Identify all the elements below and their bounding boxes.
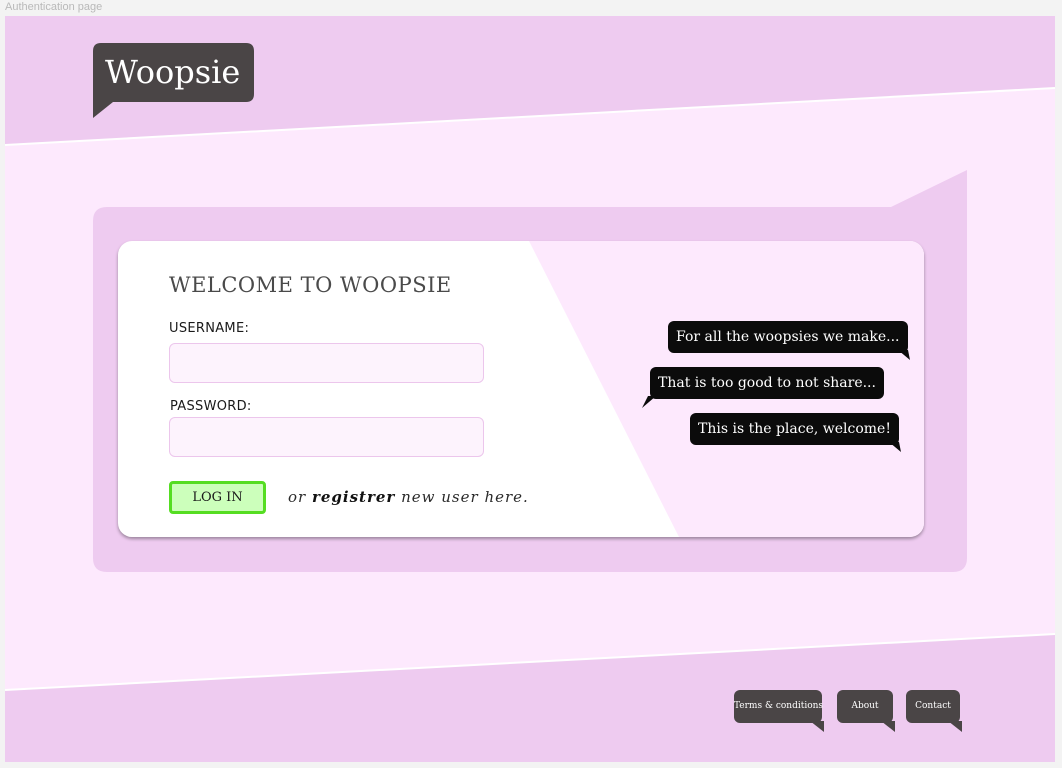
register-prompt: or registrer new user here. [288,488,529,506]
speech-bubble-text: For all the woopsies we make... [676,329,900,345]
speech-bubble: That is too good to not share... [642,367,884,408]
bubble-tail-right [888,442,901,452]
username-input[interactable] [169,343,484,383]
footer-bubble-tail [881,721,895,732]
speech-bubble: This is the place, welcome! [690,413,901,452]
username-label: USERNAME: [169,321,250,336]
footer-link-label: About [851,701,879,711]
logo-text: Woopsie [105,53,241,91]
login-button[interactable]: LOG IN [169,481,266,514]
authentication-page: Woopsie WELCOME TO WOOPSIE USERNAME: PAS… [5,16,1055,762]
footer-link-contact[interactable]: Contact [906,690,962,732]
bubble-tail-left [642,396,656,408]
bubble-tail-right [897,350,910,360]
frame-label: Authentication page [5,1,103,13]
logo[interactable]: Woopsie [93,43,255,118]
footer-bubble-tail [948,721,962,732]
footer-link-label: Terms & conditions [734,701,824,711]
register-suffix: new user here. [401,488,529,506]
welcome-title: WELCOME TO WOOPSIE [169,273,452,297]
password-input[interactable] [169,417,484,457]
footer-bubble-tail [810,721,824,732]
speech-bubble: For all the woopsies we make... [668,321,910,360]
register-prefix: or [288,488,307,506]
password-label: PASSWORD: [170,399,252,414]
speech-bubble-text: This is the place, welcome! [698,421,891,437]
speech-bubble-text: That is too good to not share... [658,375,876,391]
footer-band [5,634,1055,762]
login-card: WELCOME TO WOOPSIE USERNAME: PASSWORD: L… [118,241,924,537]
footer-link-label: Contact [915,701,951,711]
footer-link-terms[interactable]: Terms & conditions [734,690,824,732]
footer-link-about[interactable]: About [837,690,895,732]
register-link[interactable]: registrer [312,488,395,506]
